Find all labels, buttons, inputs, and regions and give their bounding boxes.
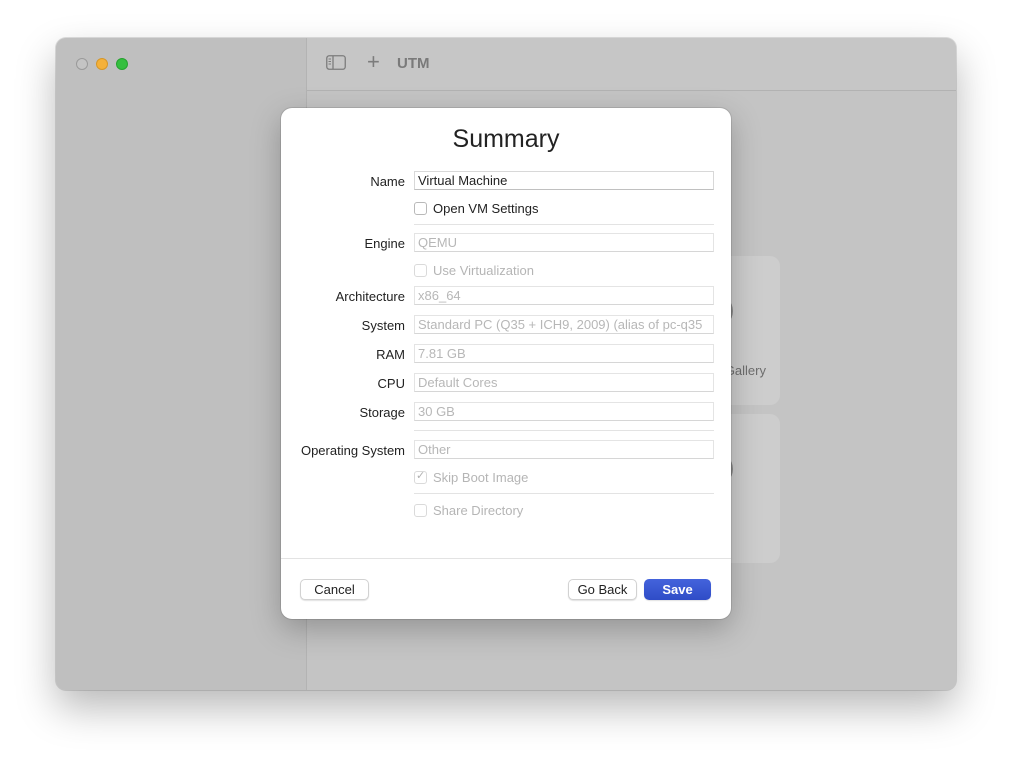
system-label: System (361, 318, 405, 333)
ram-field: 7.81 GB (414, 344, 714, 363)
storage-label: Storage (359, 405, 405, 420)
open-vm-settings-checkbox-row[interactable]: Open VM Settings (414, 200, 539, 216)
share-directory-checkbox (414, 503, 427, 517)
name-input[interactable]: Virtual Machine (414, 171, 714, 190)
summary-dialog: Summary Name Virtual Machine Open VM Set… (281, 108, 731, 619)
storage-field: 30 GB (414, 402, 714, 421)
divider (414, 493, 714, 494)
cpu-field: Default Cores (414, 373, 714, 392)
maximize-window-button[interactable] (116, 58, 128, 70)
open-vm-settings-checkbox[interactable] (414, 201, 427, 215)
architecture-field: x86_64 (414, 286, 714, 305)
cpu-label: CPU (377, 376, 405, 391)
operating-system-field: Other (414, 440, 714, 459)
dialog-title: Summary (452, 125, 560, 153)
footer-divider (281, 558, 731, 559)
sidebar-toggle-icon[interactable] (326, 55, 346, 70)
go-back-button[interactable]: Go Back (568, 579, 637, 600)
operating-system-label: Operating System (300, 443, 405, 458)
share-directory-row: Share Directory (414, 502, 523, 518)
minimize-window-button[interactable] (96, 58, 108, 70)
skip-boot-image-label: Skip Boot Image (433, 469, 529, 485)
share-directory-label: Share Directory (433, 502, 524, 518)
sidebar (56, 38, 307, 690)
add-vm-button[interactable]: + (367, 51, 380, 73)
use-virtualization-checkbox (414, 263, 427, 277)
checkmark-icon: ✓ (416, 469, 426, 482)
use-virtualization-label: Use Virtualization (433, 262, 534, 278)
divider (414, 224, 714, 225)
ram-label: RAM (376, 347, 405, 362)
window-title: UTM (397, 55, 430, 72)
toolbar: + UTM (307, 38, 956, 91)
engine-field: QEMU (414, 233, 714, 252)
system-field: Standard PC (Q35 + ICH9, 2009) (alias of… (414, 315, 714, 334)
use-virtualization-row: Use Virtualization (414, 262, 534, 278)
divider (414, 430, 714, 431)
name-label: Name (370, 174, 405, 189)
skip-boot-image-checkbox: ✓ (414, 469, 427, 484)
skip-boot-image-row: ✓ Skip Boot Image (414, 469, 528, 485)
close-window-button[interactable] (76, 58, 88, 70)
engine-label: Engine (364, 236, 405, 251)
open-vm-settings-label: Open VM Settings (433, 200, 539, 216)
save-button[interactable]: Save (644, 579, 711, 600)
architecture-label: Architecture (335, 289, 405, 304)
cancel-button[interactable]: Cancel (300, 579, 369, 600)
